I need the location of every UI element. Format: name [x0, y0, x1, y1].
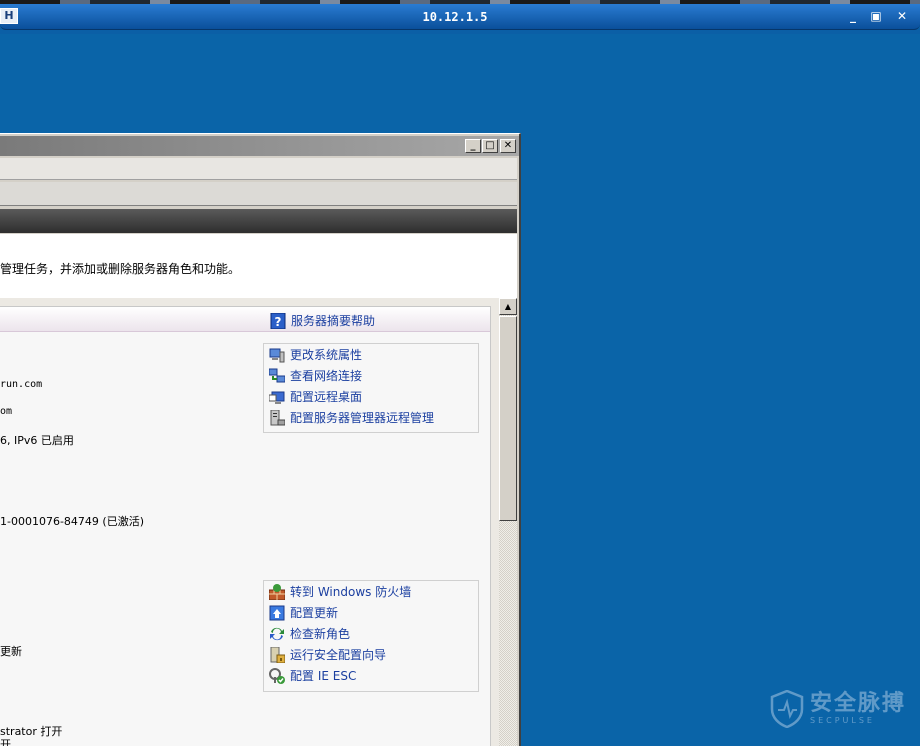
window-minimize-button[interactable]: _ — [465, 139, 481, 153]
rdp-restore-button[interactable]: ▣ — [868, 8, 884, 24]
update-icon — [269, 605, 285, 621]
help-link-label: 服务器摘要帮助 — [291, 314, 376, 328]
remote-desktop-icon — [268, 389, 285, 405]
go-to-windows-firewall-link[interactable]: 转到 Windows 防火墙 — [264, 581, 478, 602]
content-area: ? 服务器摘要帮助 run.com om 6, IPv6 已启用 1-00010… — [0, 298, 499, 746]
computer-info-actions: 更改系统属性 查看网络连接 配置远程桌面 配置服务器管理器远程管理 — [263, 343, 479, 433]
change-system-properties-link[interactable]: 更改系统属性 — [264, 344, 478, 365]
window-close-button[interactable]: ✕ — [500, 139, 516, 153]
shield-logo-icon — [770, 689, 804, 729]
panel-header: ? 服务器摘要帮助 — [0, 307, 490, 332]
toolbar — [0, 182, 517, 206]
vertical-scrollbar[interactable]: ▲ — [499, 298, 517, 746]
action-label: 配置更新 — [290, 606, 339, 620]
rdp-minimize-button[interactable]: _ — [845, 8, 861, 24]
network-connections-icon — [268, 368, 286, 384]
window-titlebar[interactable]: _ □ ✕ — [0, 136, 519, 156]
property-value: 开 — [0, 738, 11, 746]
configure-updates-link[interactable]: 配置更新 — [264, 602, 478, 623]
watermark-main-text: 安全脉搏 — [810, 691, 907, 716]
action-label: 运行安全配置向导 — [290, 648, 387, 662]
ie-esc-icon — [269, 667, 285, 684]
check-roles-icon — [269, 626, 285, 642]
action-label: 配置服务器管理器远程管理 — [290, 411, 435, 425]
configure-ie-esc-link[interactable]: 配置 IE ESC — [264, 665, 478, 686]
scroll-thumb[interactable] — [499, 316, 517, 521]
run-security-wizard-link[interactable]: 运行安全配置向导 — [264, 644, 478, 665]
server-manager-icon — [269, 409, 286, 426]
description-area: 管理任务，并添加或删除服务器角色和功能。 — [0, 234, 517, 298]
property-value: 6, IPv6 已启用 — [0, 434, 74, 447]
remote-host-title: 10.12.1.5 — [422, 10, 488, 24]
action-label: 转到 Windows 防火墙 — [290, 585, 412, 599]
server-manager-window: _ □ ✕ 管理任务，并添加或删除服务器角色和功能。 ? 服务器摘要帮助 run… — [0, 133, 521, 746]
remote-session-bar: H 10.12.1.5 _ ▣ ✕ — [0, 0, 920, 34]
property-value: om — [0, 406, 13, 417]
view-network-connections-link[interactable]: 查看网络连接 — [264, 365, 478, 386]
rdp-close-button[interactable]: ✕ — [894, 8, 910, 24]
action-label: 查看网络连接 — [290, 369, 363, 383]
action-label: 检查新角色 — [290, 627, 351, 641]
menu-bar — [0, 158, 517, 180]
page-description: 管理任务，并添加或删除服务器角色和功能。 — [0, 262, 241, 276]
property-value: 更新 — [0, 645, 22, 658]
firewall-icon — [268, 583, 286, 600]
section-header — [0, 209, 517, 233]
action-label: 配置远程桌面 — [290, 390, 363, 404]
watermark-sub-text: SECPULSE — [810, 716, 875, 725]
configure-remote-desktop-link[interactable]: 配置远程桌面 — [264, 386, 478, 407]
security-wizard-icon — [269, 646, 286, 663]
property-value: 1-0001076-84749 (已激活) — [0, 515, 144, 528]
help-icon: ? — [270, 312, 286, 329]
configure-remote-management-link[interactable]: 配置服务器管理器远程管理 — [264, 407, 478, 428]
action-label: 配置 IE ESC — [290, 669, 357, 683]
scroll-up-button[interactable]: ▲ — [499, 298, 517, 315]
action-label: 更改系统属性 — [290, 348, 363, 362]
pin-button[interactable]: H — [0, 8, 18, 24]
window-maximize-button[interactable]: □ — [482, 139, 498, 153]
server-summary-help-link[interactable]: ? 服务器摘要帮助 — [270, 312, 375, 329]
server-summary-panel: ? 服务器摘要帮助 run.com om 6, IPv6 已启用 1-00010… — [0, 306, 491, 746]
security-info-actions: 转到 Windows 防火墙 配置更新 检查新角色 运行安全配置向导 配置 IE… — [263, 580, 479, 692]
watermark: 安全脉搏 SECPULSE — [770, 689, 907, 729]
svg-text:?: ? — [275, 315, 282, 329]
check-new-roles-link[interactable]: 检查新角色 — [264, 623, 478, 644]
property-value: run.com — [0, 379, 43, 390]
system-properties-icon — [269, 347, 285, 363]
